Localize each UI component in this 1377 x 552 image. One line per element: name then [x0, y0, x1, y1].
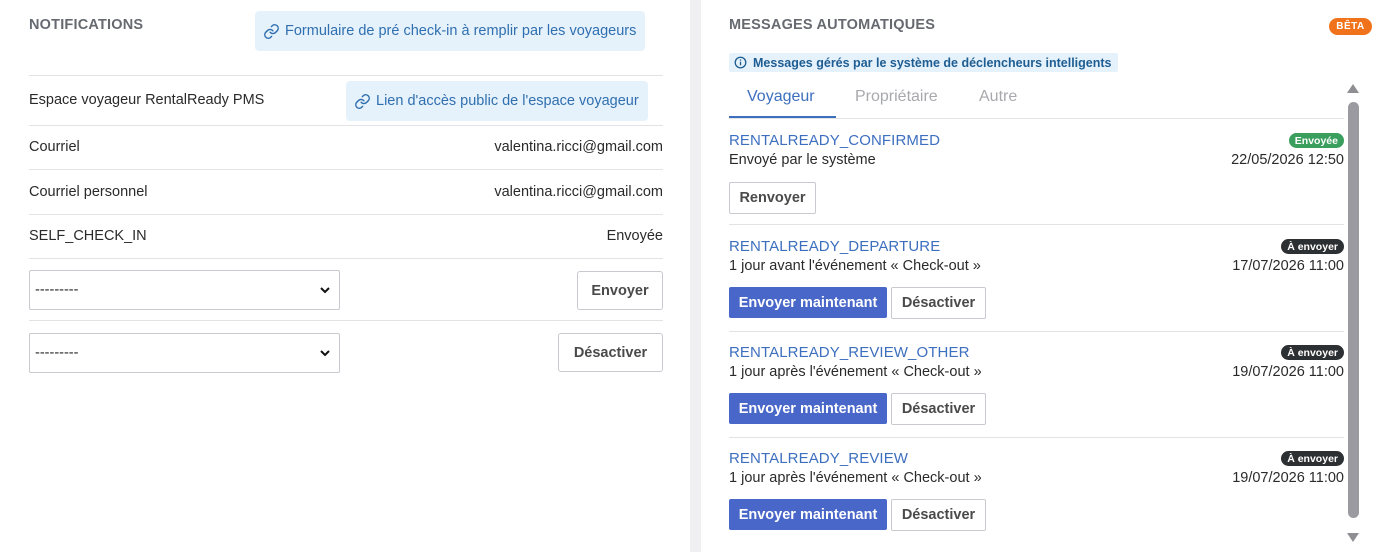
auto-messages-title: MESSAGES AUTOMATIQUES — [729, 17, 936, 33]
send-now-button[interactable]: Envoyer maintenant — [729, 393, 887, 424]
divider — [29, 320, 663, 321]
message-date: 22/05/2026 12:50 — [1231, 152, 1344, 168]
divider — [729, 437, 1344, 438]
send-now-button[interactable]: Envoyer maintenant — [729, 287, 887, 318]
self-check-in-status: Envoyée — [606, 228, 663, 244]
chevron-down-icon — [320, 350, 330, 357]
message-name[interactable]: RENTALREADY_REVIEW_OTHER — [729, 344, 970, 361]
smart-triggers-info: Messages gérés par le système de déclenc… — [729, 53, 1118, 72]
divider — [29, 214, 663, 215]
precheckin-form-link[interactable]: Formulaire de pré check-in à remplir par… — [255, 11, 646, 51]
divider — [29, 75, 663, 76]
link-icon — [264, 23, 279, 39]
chevron-down-icon — [320, 287, 330, 294]
scroll-down-arrow[interactable] — [1347, 533, 1359, 542]
disable-button[interactable]: Désactiver — [891, 499, 986, 531]
message-item: RENTALREADY_REVIEW_OTHER À envoyer 1 jou… — [729, 344, 1344, 428]
disable-button[interactable]: Désactiver — [891, 287, 986, 319]
status-badge: À envoyer — [1281, 451, 1344, 466]
disable-button[interactable]: Désactiver — [891, 393, 986, 425]
message-description: 1 jour après l'événement « Check-out » — [729, 470, 982, 486]
divider — [729, 224, 1344, 225]
guest-space-public-link[interactable]: Lien d'accès public de l'espace voyageur — [346, 81, 648, 121]
divider — [729, 331, 1344, 332]
link-icon — [355, 93, 370, 109]
disable-template-select[interactable]: --------- — [29, 333, 340, 373]
tab-owner[interactable]: Propriétaire — [855, 88, 938, 106]
message-date: 17/07/2026 11:00 — [1232, 258, 1344, 274]
divider — [29, 125, 663, 126]
scrollbar-thumb[interactable] — [1348, 102, 1359, 518]
send-notification-button[interactable]: Envoyer — [577, 271, 663, 310]
select-value: --------- — [35, 282, 79, 298]
select-value: --------- — [35, 345, 79, 361]
guest-space-public-link-label: Lien d'accès public de l'espace voyageur — [376, 93, 639, 109]
message-date: 19/07/2026 11:00 — [1232, 364, 1344, 380]
notifications-title: NOTIFICATIONS — [29, 17, 144, 33]
status-badge: À envoyer — [1281, 239, 1344, 254]
message-description: 1 jour avant l'événement « Check-out » — [729, 258, 981, 274]
scrollbar[interactable] — [1347, 84, 1361, 542]
message-date: 19/07/2026 11:00 — [1232, 470, 1344, 486]
tab-guest[interactable]: Voyageur — [747, 88, 815, 106]
info-icon — [734, 56, 747, 69]
beta-badge: BÊTA — [1329, 18, 1372, 35]
email-value: valentina.ricci@gmail.com — [494, 139, 663, 155]
message-description: Envoyé par le système — [729, 152, 876, 168]
resend-button[interactable]: Renvoyer — [729, 182, 816, 214]
message-item: RENTALREADY_REVIEW À envoyer 1 jour aprè… — [729, 450, 1344, 534]
message-name[interactable]: RENTALREADY_CONFIRMED — [729, 132, 940, 149]
tabs-divider — [729, 118, 1344, 119]
message-name[interactable]: RENTALREADY_DEPARTURE — [729, 238, 940, 255]
active-tab-indicator — [729, 116, 836, 118]
message-item: RENTALREADY_DEPARTURE À envoyer 1 jour a… — [729, 238, 1344, 322]
message-name[interactable]: RENTALREADY_REVIEW — [729, 450, 908, 467]
message-item: RENTALREADY_CONFIRMED Envoyée Envoyé par… — [729, 132, 1344, 216]
scroll-up-arrow[interactable] — [1347, 84, 1359, 93]
tab-other[interactable]: Autre — [979, 88, 1017, 106]
disable-notification-button[interactable]: Désactiver — [558, 333, 663, 372]
smart-triggers-info-text: Messages gérés par le système de déclenc… — [753, 55, 1112, 70]
notification-template-select[interactable]: --------- — [29, 270, 340, 310]
precheckin-form-link-label: Formulaire de pré check-in à remplir par… — [285, 23, 637, 39]
send-now-button[interactable]: Envoyer maintenant — [729, 499, 887, 530]
status-badge: À envoyer — [1281, 345, 1344, 360]
divider — [29, 169, 663, 170]
message-description: 1 jour après l'événement « Check-out » — [729, 364, 982, 380]
divider — [29, 258, 663, 259]
guest-space-label: Espace voyageur RentalReady PMS — [29, 92, 265, 108]
status-badge: Envoyée — [1288, 133, 1344, 148]
personal-email-value: valentina.ricci@gmail.com — [494, 184, 663, 200]
